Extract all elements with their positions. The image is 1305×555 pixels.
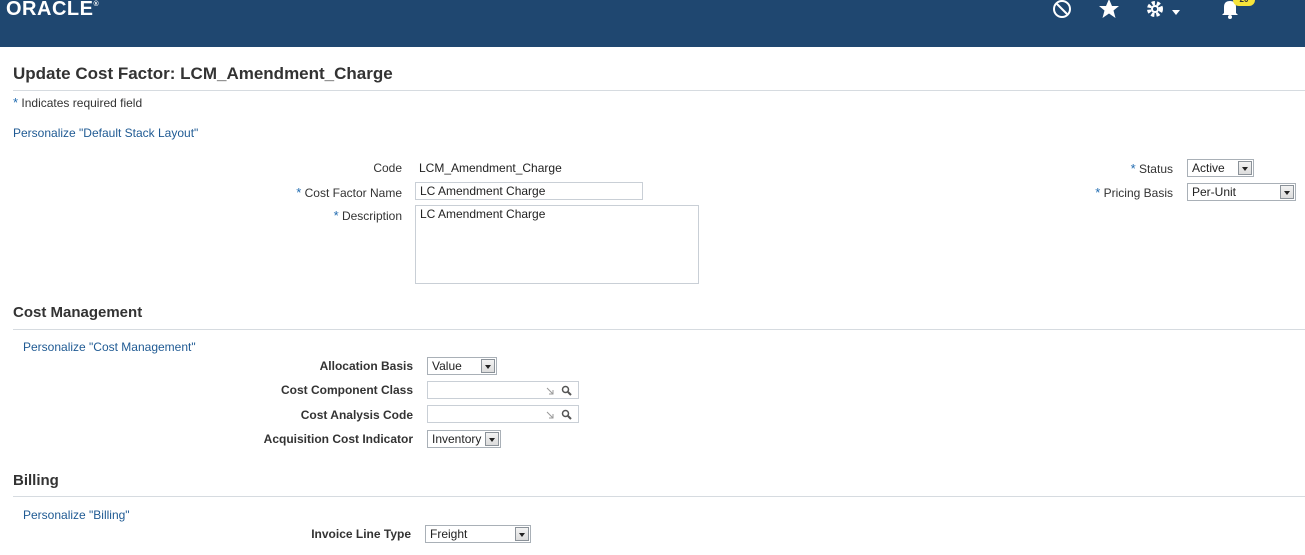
billing-heading: Billing [13,472,59,489]
cost-component-class-label: Cost Component Class [280,383,413,397]
search-icon [561,409,572,420]
status-select[interactable]: Active [1187,159,1254,177]
chevron-down-icon[interactable] [1170,6,1182,18]
field-select-icon [546,387,554,395]
top-header-bar: ORACLE® 20 [0,0,1305,47]
required-star: * [13,95,19,110]
notification-count-badge: 20 [1233,0,1255,6]
dropdown-arrow-icon[interactable] [481,359,495,373]
settings-gear-icon[interactable] [1144,0,1166,20]
required-note-text: Indicates required field [21,96,143,110]
dropdown-arrow-icon[interactable] [1238,161,1252,175]
required-field-note: * Indicates required field [13,95,142,110]
allocation-basis-select[interactable]: Value [427,357,497,375]
code-value: LCM_Amendment_Charge [419,161,562,175]
acquisition-cost-indicator-label: Acquisition Cost Indicator [263,432,413,446]
navigator-icon[interactable] [1051,0,1073,20]
personalize-default-stack-link[interactable]: Personalize "Default Stack Layout" [13,126,198,140]
pricing-basis-select[interactable]: Per-Unit [1187,183,1296,201]
invoice-line-type-label: Invoice Line Type [311,527,411,541]
cost-analysis-code-lov[interactable] [427,405,579,423]
cost-analysis-code-label: Cost Analysis Code [300,408,413,422]
allocation-basis-label: Allocation Basis [319,359,413,373]
status-label: * Status [1130,161,1173,176]
cost-factor-name-label: * Cost Factor Name [296,185,402,200]
title-divider [13,90,1305,91]
personalize-billing-link[interactable]: Personalize "Billing" [23,508,130,522]
dropdown-arrow-icon[interactable] [1280,185,1294,199]
acquisition-cost-indicator-select[interactable]: Inventory [427,430,501,448]
personalize-cost-management-link[interactable]: Personalize "Cost Management" [23,340,196,354]
oracle-logo[interactable]: ORACLE® [6,0,99,21]
field-select-icon [546,411,554,419]
billing-divider [13,496,1305,497]
cost-management-divider [13,329,1305,330]
page-title: Update Cost Factor: LCM_Amendment_Charge [13,64,393,83]
invoice-line-type-select[interactable]: Freight [425,525,531,543]
description-label: * Description [333,208,402,223]
search-icon [561,385,572,396]
description-textarea[interactable]: LC Amendment Charge [415,205,699,284]
pricing-basis-label: * Pricing Basis [1095,185,1173,200]
cost-factor-name-input[interactable] [415,182,643,200]
dropdown-arrow-icon[interactable] [515,527,529,541]
cost-component-class-lov[interactable] [427,381,579,399]
favorites-star-icon[interactable] [1098,0,1120,20]
code-label: Code [373,161,402,175]
cost-management-heading: Cost Management [13,304,143,321]
dropdown-arrow-icon[interactable] [485,432,499,446]
